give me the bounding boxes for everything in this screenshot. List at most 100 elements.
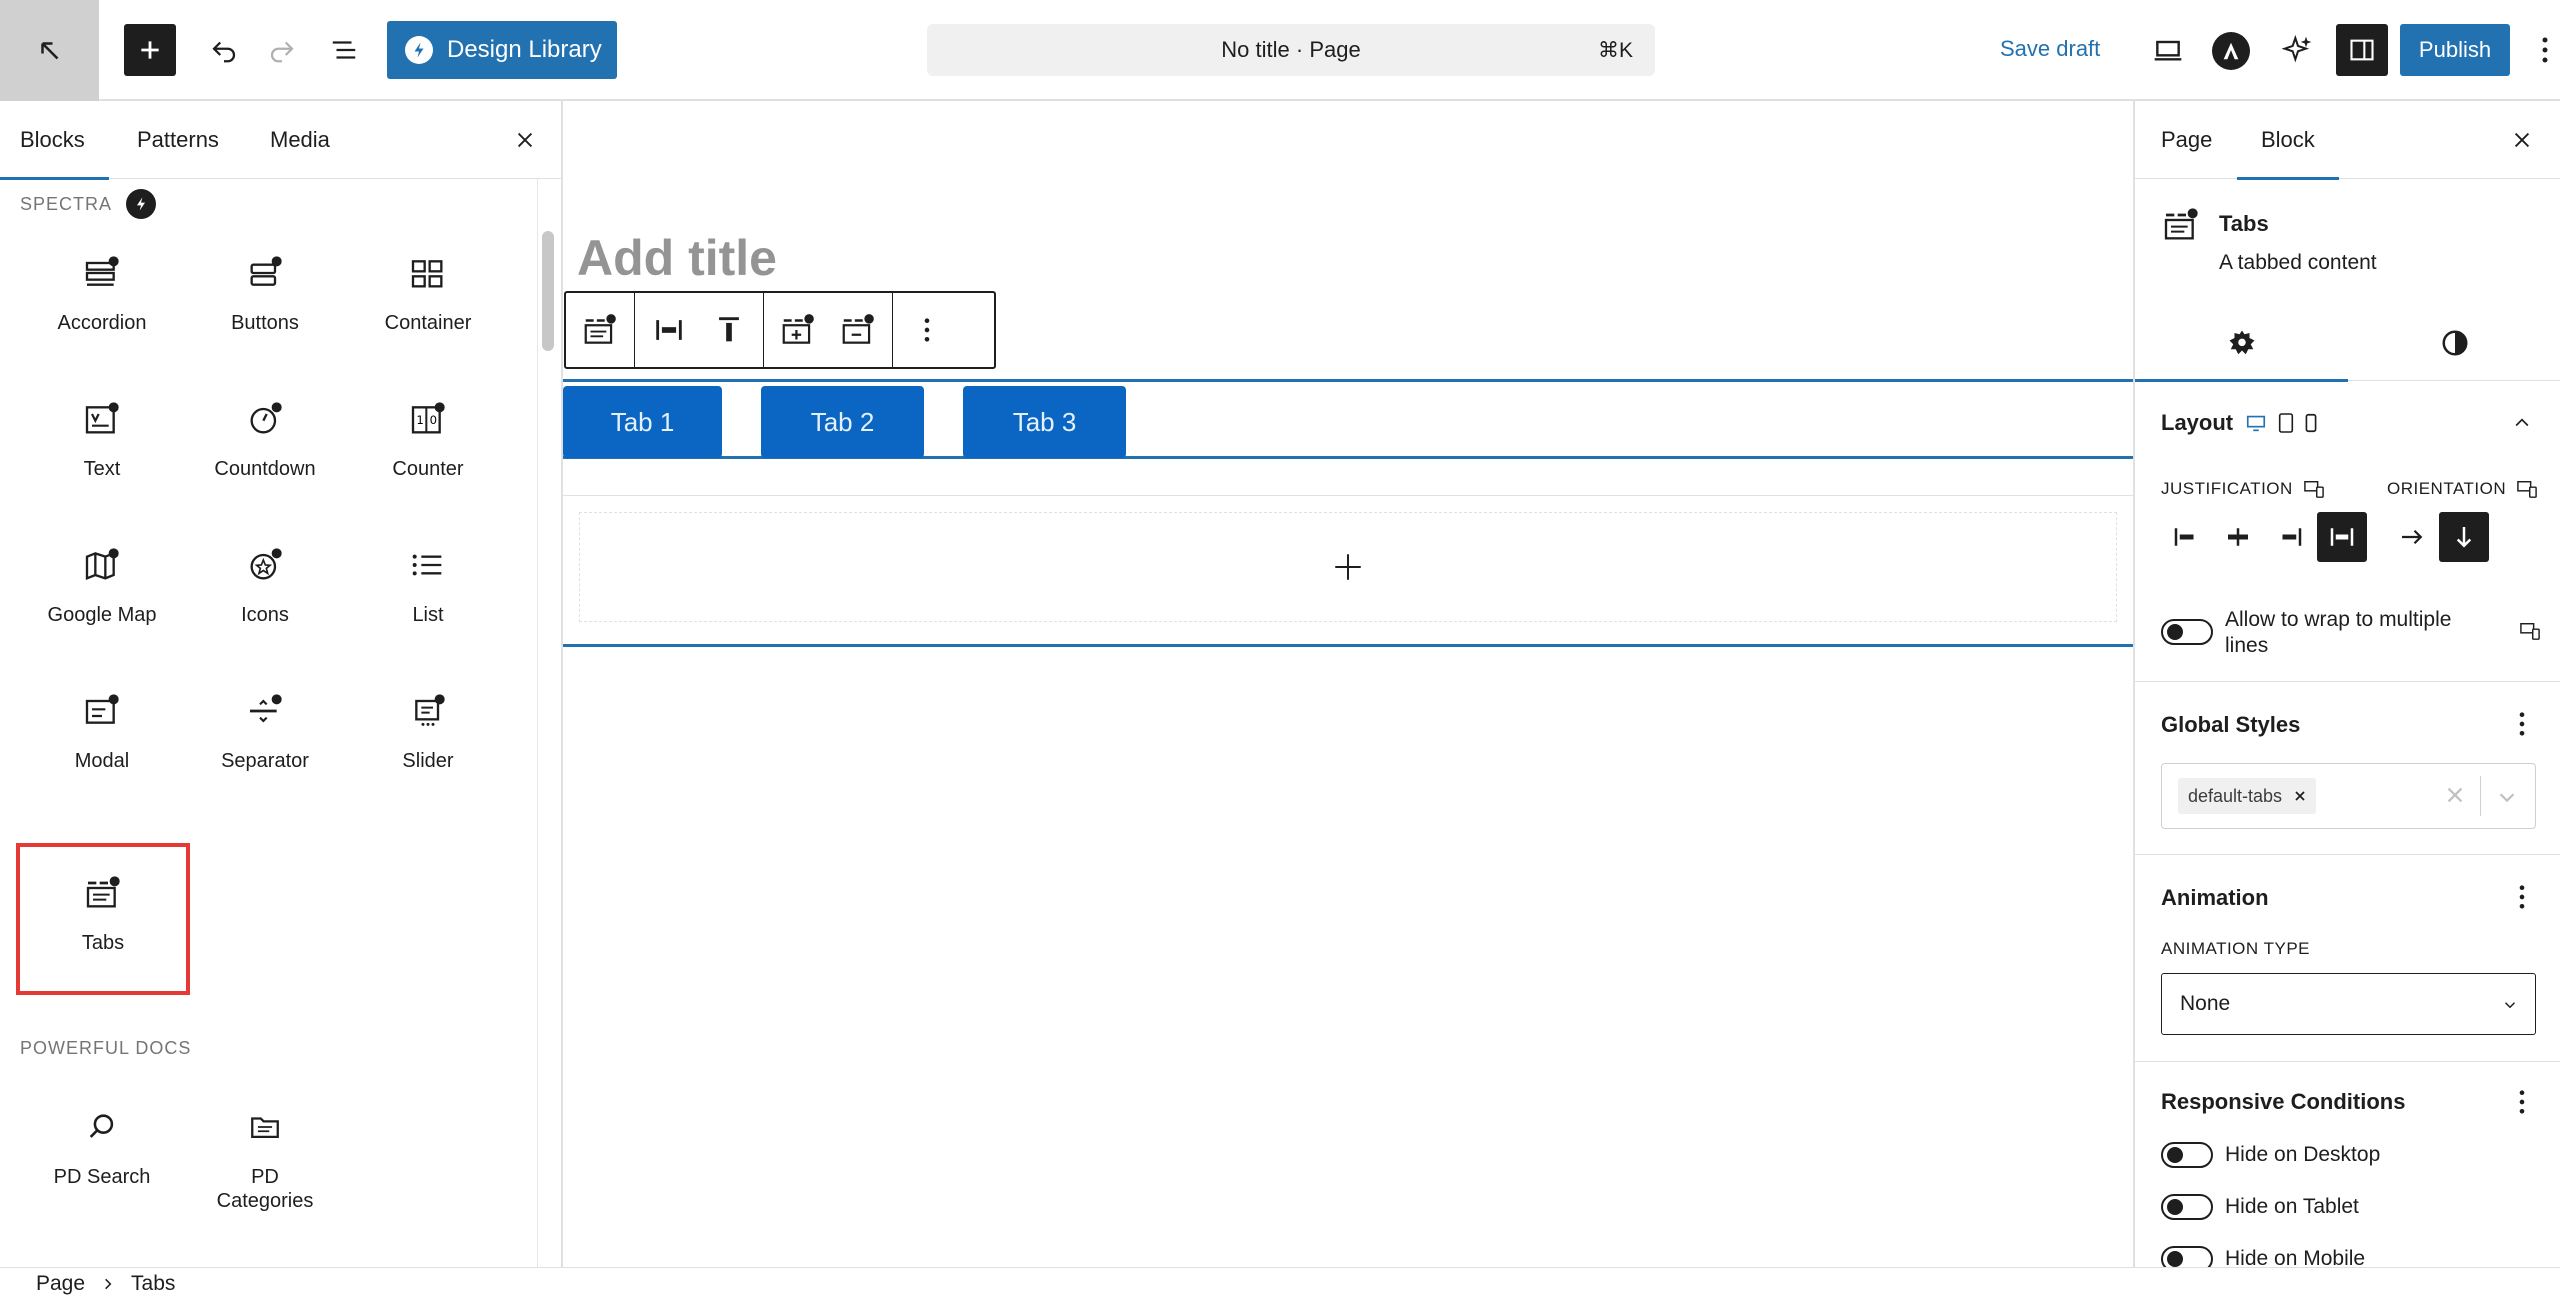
- responsive-devices-icon[interactable]: [2516, 479, 2538, 499]
- tab-button-3[interactable]: Tab 3: [963, 386, 1126, 458]
- tablet-icon[interactable]: [2277, 412, 2295, 434]
- undo-button[interactable]: [196, 22, 252, 78]
- astra-logo-icon: [2223, 42, 2239, 60]
- block-accordion[interactable]: Accordion: [20, 227, 184, 363]
- breadcrumb-item-tabs[interactable]: Tabs: [131, 1272, 175, 1296]
- tab-settings[interactable]: [2135, 305, 2348, 382]
- block-tabs[interactable]: Tabs: [16, 843, 190, 995]
- block-buttons[interactable]: Buttons: [183, 227, 347, 363]
- justify-stretch-icon: [656, 320, 682, 340]
- responsive-options-button[interactable]: [2507, 1085, 2537, 1119]
- open-dropdown-button[interactable]: [2496, 786, 2518, 813]
- close-sidebar-button[interactable]: [2505, 123, 2539, 157]
- tabs-icon: [2161, 205, 2201, 245]
- block-text[interactable]: Text: [20, 373, 184, 509]
- orientation-horizontal-button[interactable]: [2387, 512, 2437, 562]
- hide-on-desktop-label: Hide on Desktop: [2225, 1143, 2381, 1166]
- settings-sidebar: Page Block Tabs A tabbed content Layout: [2133, 101, 2560, 1267]
- justify-center-icon: [2228, 528, 2248, 546]
- breadcrumb-item-page[interactable]: Page: [36, 1272, 85, 1296]
- selected-style-chip: default-tabs: [2178, 778, 2317, 814]
- publish-button[interactable]: Publish: [2400, 24, 2510, 76]
- redo-button[interactable]: [254, 22, 310, 78]
- orientation-vertical-button[interactable]: [2439, 512, 2489, 562]
- modal-icon: [78, 687, 126, 735]
- align-top-button[interactable]: [699, 293, 759, 367]
- responsive-devices-icon[interactable]: [2303, 479, 2325, 499]
- tab-button-2[interactable]: Tab 2: [761, 386, 924, 458]
- animation-title: Animation: [2161, 885, 2269, 910]
- block-slider[interactable]: Slider: [346, 665, 510, 801]
- sidebar-icon: [2350, 39, 2374, 61]
- block-countdown[interactable]: Countdown: [183, 373, 347, 509]
- allow-wrap-toggle[interactable]: [2161, 619, 2213, 645]
- tab-media[interactable]: Media: [270, 101, 330, 179]
- justify-left-button[interactable]: [2161, 512, 2211, 562]
- block-options-button[interactable]: [897, 293, 957, 367]
- block-google-map[interactable]: Google Map: [20, 519, 184, 655]
- astra-settings-button[interactable]: [2212, 32, 2250, 70]
- settings-sidebar-toggle[interactable]: [2336, 24, 2388, 76]
- kebab-menu-icon: [2542, 37, 2548, 63]
- block-icons[interactable]: Icons: [183, 519, 347, 655]
- hide-on-desktop-toggle[interactable]: [2161, 1142, 2213, 1168]
- tab-page[interactable]: Page: [2161, 101, 2212, 179]
- document-title-bar[interactable]: No title · Page ⌘K: [927, 24, 1655, 76]
- hide-on-mobile-label: Hide on Mobile: [2225, 1247, 2366, 1267]
- list-icon: [404, 541, 452, 589]
- justify-stretch-button[interactable]: [639, 293, 699, 367]
- clear-selection-button[interactable]: [2444, 784, 2466, 811]
- tab-block[interactable]: Block: [2237, 101, 2339, 180]
- block-appender-button[interactable]: [579, 512, 2117, 622]
- tab-blocks[interactable]: Blocks: [0, 101, 109, 180]
- editor-canvas[interactable]: Add title Tab 1 Tab 2 Tab 3: [563, 101, 2133, 1267]
- separator-icon: [241, 687, 289, 735]
- ai-assistant-button[interactable]: [2270, 22, 2326, 78]
- justify-right-button[interactable]: [2265, 512, 2315, 562]
- inserter-scrollbar[interactable]: [542, 231, 554, 351]
- block-list[interactable]: List: [346, 519, 510, 655]
- block-modal[interactable]: Modal: [20, 665, 184, 801]
- tab-styles[interactable]: [2348, 305, 2560, 381]
- remove-chip-button[interactable]: [2294, 786, 2306, 807]
- preview-button[interactable]: [2140, 22, 2196, 78]
- animation-options-button[interactable]: [2507, 880, 2537, 914]
- block-type-switcher[interactable]: [570, 293, 630, 367]
- block-pd-categories[interactable]: PD Categories: [183, 1081, 347, 1241]
- animation-type-select[interactable]: None: [2161, 973, 2536, 1035]
- add-tab-button[interactable]: [768, 293, 828, 367]
- block-container[interactable]: Container: [346, 227, 510, 363]
- block-inserter-toggle[interactable]: [124, 24, 176, 76]
- wordpress-back-button[interactable]: [0, 0, 99, 101]
- document-overview-button[interactable]: [316, 22, 372, 78]
- responsive-devices-icon[interactable]: [2519, 621, 2541, 641]
- desktop-icon[interactable]: [2245, 412, 2267, 434]
- hide-on-tablet-toggle[interactable]: [2161, 1194, 2213, 1220]
- post-title-input[interactable]: Add title: [577, 229, 777, 287]
- tab-patterns[interactable]: Patterns: [137, 101, 219, 179]
- justify-center-button[interactable]: [2213, 512, 2263, 562]
- justify-stretch-button[interactable]: [2317, 512, 2367, 562]
- add-tab-icon: [782, 314, 814, 344]
- inserter-block-list[interactable]: SPECTRA Accordion Buttons Container Text…: [0, 179, 561, 1267]
- options-menu-button[interactable]: [2530, 28, 2560, 72]
- mobile-icon[interactable]: [2303, 412, 2319, 434]
- design-library-button[interactable]: Design Library: [387, 21, 617, 79]
- block-pd-search[interactable]: PD Search: [20, 1081, 184, 1241]
- arrow-down-icon: [2456, 527, 2472, 548]
- save-draft-button[interactable]: Save draft: [2000, 36, 2100, 62]
- hide-on-mobile-toggle[interactable]: [2161, 1246, 2213, 1267]
- document-title: No title · Page: [1221, 37, 1361, 62]
- tab-button-1[interactable]: Tab 1: [563, 386, 722, 458]
- tabs-block[interactable]: Tab 1 Tab 2 Tab 3: [563, 379, 2133, 647]
- chip-label: default-tabs: [2188, 785, 2283, 806]
- slider-icon: [404, 687, 452, 735]
- plus-icon: [141, 41, 159, 59]
- global-styles-options-button[interactable]: [2507, 707, 2537, 741]
- global-style-select[interactable]: default-tabs: [2161, 763, 2536, 829]
- remove-tab-button[interactable]: [828, 293, 888, 367]
- collapse-layout-button[interactable]: [2507, 406, 2537, 440]
- close-inserter-button[interactable]: [508, 123, 542, 157]
- block-separator[interactable]: Separator: [183, 665, 347, 801]
- block-counter[interactable]: 10 Counter: [346, 373, 510, 509]
